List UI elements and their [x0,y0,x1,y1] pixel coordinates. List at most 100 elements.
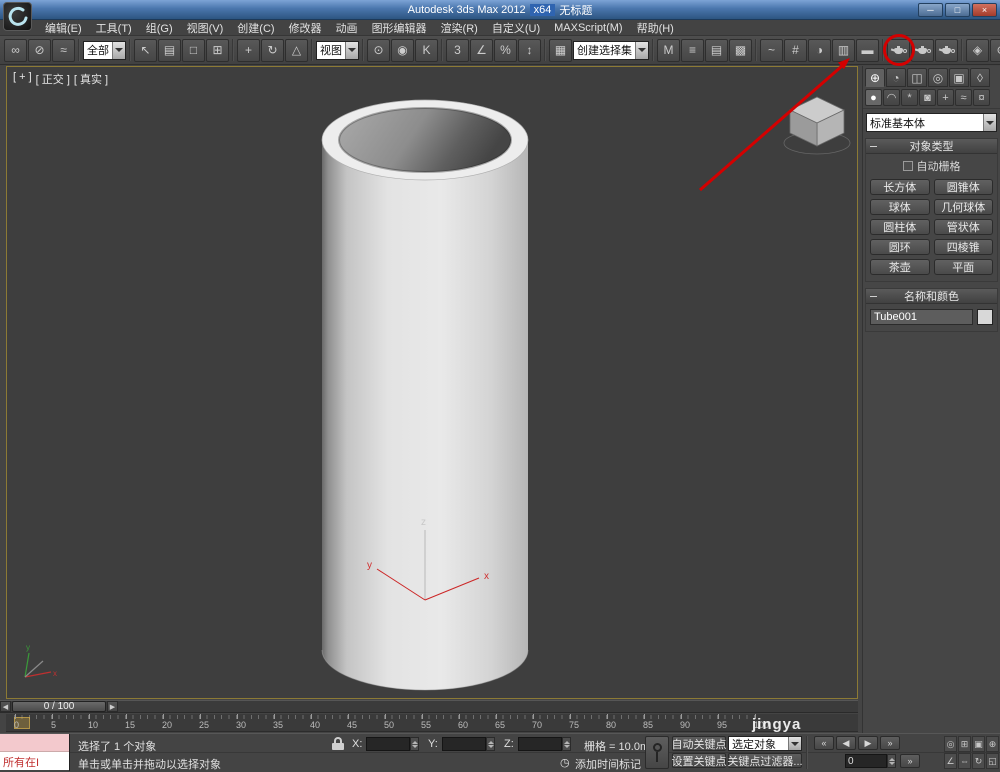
time-slider-track[interactable]: ◀ 0 / 100 ▶ [0,700,858,713]
select-object-icon[interactable]: ↖ [134,39,157,62]
graphite-modeling-icon[interactable]: ▩ [729,39,752,62]
angle-snap-icon[interactable]: ∠ [470,39,493,62]
subtab-systems[interactable]: ¤ [973,89,990,106]
use-pivot-point-center-icon[interactable]: ⊙ [367,39,390,62]
previous-frame-button[interactable]: ◀ [836,736,856,750]
menu-group[interactable]: 组(G) [139,19,180,37]
menu-edit[interactable]: 编辑(E) [38,19,89,37]
toolbar-extra-icon-2[interactable]: ⊚ [990,39,1000,62]
button-pyramid[interactable]: 四棱锥 [934,239,994,255]
render-production-button[interactable] [887,39,910,62]
z-coord-input[interactable] [518,737,562,751]
maxscript-mini-listener[interactable]: 所有在I [0,734,70,771]
window-crossing-icon[interactable]: ⊞ [206,39,229,62]
x-coord-input[interactable] [366,737,410,751]
subtab-helpers[interactable]: + [937,89,954,106]
spinner-snap-icon[interactable]: ↕ [518,39,541,62]
close-button[interactable]: × [972,3,997,17]
set-keys-button[interactable] [645,736,669,769]
subtab-shapes[interactable]: ◠ [883,89,900,106]
subtab-space-warps[interactable]: ≈ [955,89,972,106]
zoom-all-icon[interactable]: ⊞ [958,736,971,752]
auto-key-button[interactable]: 自动关键点 [672,736,726,751]
time-slider-left-arrow[interactable]: ◀ [0,701,11,712]
select-and-rotate-icon[interactable]: ↻ [261,39,284,62]
menu-graph-editors[interactable]: 图形编辑器 [365,19,434,37]
select-by-name-icon[interactable]: ▤ [158,39,181,62]
menu-views[interactable]: 视图(V) [180,19,231,37]
percent-snap-icon[interactable]: % [494,39,517,62]
toolbar-extra-icon-1[interactable]: ◈ [966,39,989,62]
rectangular-selection-region-icon[interactable]: □ [182,39,205,62]
menu-help[interactable]: 帮助(H) [630,19,681,37]
listener-line[interactable]: 所有在I [0,752,69,770]
name-color-rollout-header[interactable]: 名称和颜色 [866,289,997,304]
play-button[interactable]: ▶ [858,736,878,750]
menu-customize[interactable]: 自定义(U) [485,19,547,37]
button-box[interactable]: 长方体 [870,179,930,195]
zoom-extents-all-icon[interactable]: ⊕ [986,736,999,752]
select-and-move-icon[interactable]: + [237,39,260,62]
object-name-input[interactable] [870,309,973,325]
viewport-general-menu[interactable]: [ + ] [13,71,32,87]
unlink-selection-icon[interactable]: ⊘ [28,39,51,62]
schematic-view-icon[interactable]: # [784,39,807,62]
menu-animation[interactable]: 动画 [329,19,365,37]
reference-coordsys-dropdown[interactable]: 视图 [316,41,359,60]
snaps-toggle-icon[interactable]: 3 [446,39,469,62]
render-iterative-button[interactable] [911,39,934,62]
selection-filter-dropdown[interactable]: 全部 [83,41,126,60]
object-type-rollout-header[interactable]: 对象类型 [866,139,997,154]
x-coord-spinner[interactable] [410,737,419,751]
menu-maxscript[interactable]: MAXScript(M) [547,21,629,35]
subtab-lights[interactable]: * [901,89,918,106]
button-sphere[interactable]: 球体 [870,199,930,215]
keyboard-override-icon[interactable]: K [415,39,438,62]
button-tube[interactable]: 管状体 [934,219,994,235]
button-geosphere[interactable]: 几何球体 [934,199,994,215]
menu-modifiers[interactable]: 修改器 [282,19,329,37]
autogrid-checkbox[interactable] [903,161,913,171]
edit-named-selection-sets-icon[interactable]: ▦ [549,39,572,62]
y-coord-spinner[interactable] [486,737,495,751]
tab-motion[interactable]: ◎ [928,68,948,87]
button-torus[interactable]: 圆环 [870,239,930,255]
button-cylinder[interactable]: 圆柱体 [870,219,930,235]
current-frame-input[interactable] [845,754,887,768]
select-and-manipulate-icon[interactable]: ◉ [391,39,414,62]
orbit-icon[interactable]: ↻ [972,753,985,769]
viewcube[interactable] [784,97,850,154]
pan-icon[interactable]: ⇔ [958,753,971,769]
tube-object[interactable] [322,100,528,690]
minimize-button[interactable]: ─ [918,3,943,17]
primitive-category-dropdown[interactable]: 标准基本体 [866,113,997,132]
3dsmax-logo[interactable] [3,2,32,31]
go-to-end-button[interactable]: » [880,736,900,750]
material-editor-icon[interactable]: ◑ [808,39,831,62]
align-icon[interactable]: ≡ [681,39,704,62]
next-key-button[interactable]: » [900,754,920,768]
button-cone[interactable]: 圆锥体 [934,179,994,195]
zoom-icon[interactable]: ◎ [944,736,957,752]
button-plane[interactable]: 平面 [934,259,994,275]
select-and-uniform-scale-icon[interactable]: △ [285,39,308,62]
y-coord-input[interactable] [442,737,486,751]
menu-create[interactable]: 创建(C) [230,19,281,37]
maximize-viewport-toggle-icon[interactable]: ◱ [986,753,999,769]
current-frame-spinner[interactable] [887,754,896,768]
tab-modify[interactable]: ◔ [886,68,906,87]
subtab-geometry[interactable]: ● [865,89,882,106]
time-slider-handle[interactable]: 0 / 100 [12,701,106,712]
zoom-extents-icon[interactable]: ▣ [972,736,985,752]
button-teapot[interactable]: 茶壶 [870,259,930,275]
key-filters-button[interactable]: 关键点过滤器... [728,753,802,768]
object-color-swatch[interactable] [977,309,993,325]
named-selection-sets-dropdown[interactable]: 创建选择集 [573,41,649,60]
menu-rendering[interactable]: 渲染(R) [434,19,485,37]
go-to-start-button[interactable]: « [814,736,834,750]
viewport-pov-menu[interactable]: [ 正交 ] [36,71,70,87]
key-selected-dropdown[interactable]: 选定对象 [728,736,802,751]
rendered-frame-window-icon[interactable]: ▬ [856,39,879,62]
set-key-button[interactable]: 设置关键点 [672,753,726,768]
tab-hierarchy[interactable]: ◫ [907,68,927,87]
